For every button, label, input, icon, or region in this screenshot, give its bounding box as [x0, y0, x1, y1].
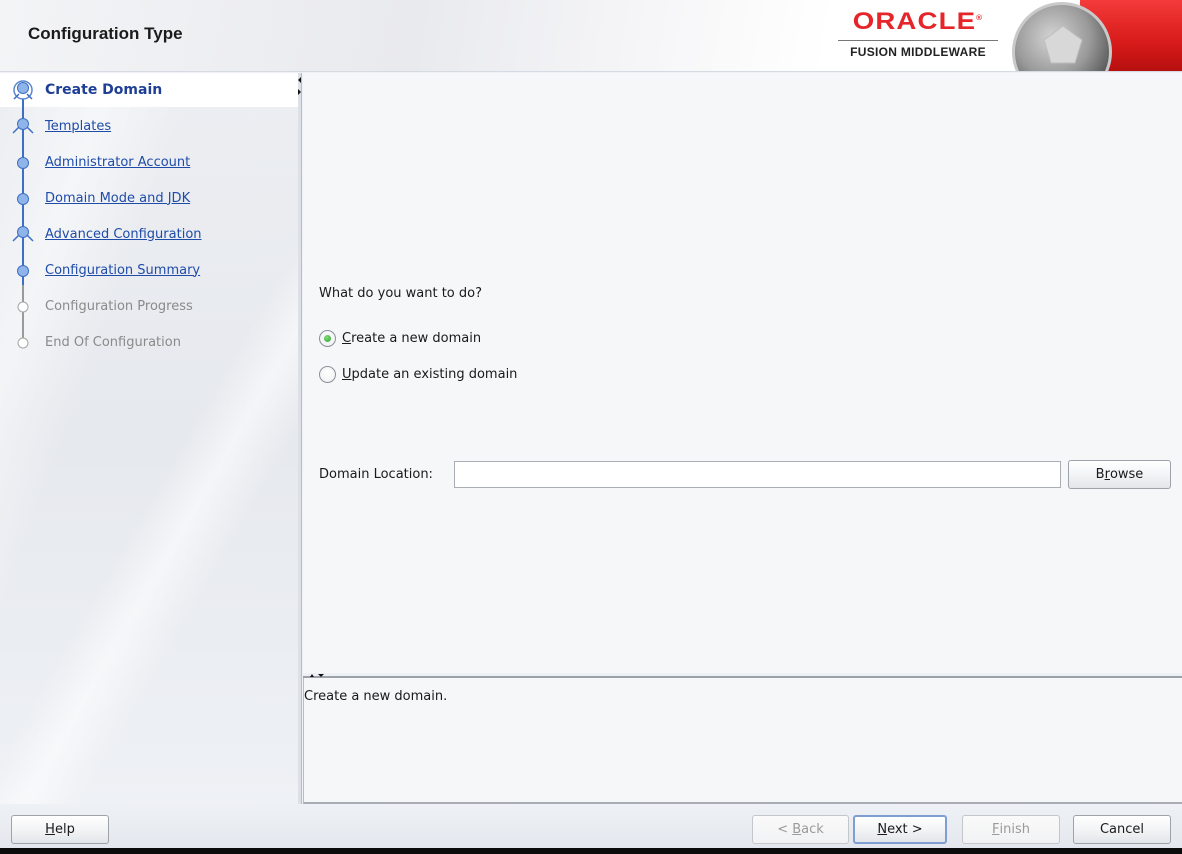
- wizard-steps-sidebar: Create Domain Templates Administrator Ac…: [0, 73, 298, 804]
- step-end-of-configuration: End Of Configuration: [0, 324, 298, 360]
- collapse-left-arrow-icon[interactable]: [298, 77, 301, 83]
- mnemonic: B: [792, 822, 802, 837]
- cancel-button[interactable]: Cancel: [1073, 815, 1171, 844]
- active-step-icon: [13, 80, 33, 100]
- step-label: Create Domain: [45, 82, 163, 98]
- oracle-logo: ORACLE® FUSION MIDDLEWARE: [838, 8, 998, 64]
- radio-button-checked[interactable]: [319, 330, 336, 347]
- page-title: Configuration Type: [28, 24, 183, 43]
- mnemonic: C: [342, 331, 352, 346]
- expand-up-arrow-icon[interactable]: [310, 674, 314, 677]
- step-dot-icon: [17, 193, 29, 205]
- radio-create-new-domain[interactable]: Create a new domain: [319, 330, 481, 347]
- branch-step-icon: [12, 226, 34, 242]
- step-label[interactable]: Templates: [45, 119, 111, 134]
- mnemonic: U: [342, 367, 352, 382]
- taskbar-strip: [0, 848, 1182, 854]
- finish-button[interactable]: Finish: [962, 815, 1060, 844]
- step-end-icon: [17, 337, 29, 349]
- step-dot-icon: [17, 157, 29, 169]
- browse-label-post: owse: [1109, 467, 1144, 482]
- wizard-footer: Help < Back Next > Finish Cancel: [0, 804, 1182, 848]
- step-advanced-configuration[interactable]: Advanced Configuration: [0, 216, 298, 252]
- radio-label-text: reate a new domain: [351, 331, 482, 346]
- back-label: ack: [801, 822, 824, 837]
- domain-location-label: Domain Location:: [319, 467, 433, 482]
- product-name: FUSION MIDDLEWARE: [850, 45, 986, 59]
- step-administrator-account[interactable]: Administrator Account: [0, 144, 298, 180]
- next-button[interactable]: Next >: [853, 815, 947, 844]
- pentagon-icon: [1043, 25, 1083, 64]
- radio-label: Update an existing domain: [342, 367, 517, 382]
- finish-label: inish: [999, 822, 1030, 837]
- step-label[interactable]: Administrator Account: [45, 155, 190, 170]
- browse-label-pre: B: [1095, 467, 1105, 482]
- step-label[interactable]: Configuration Summary: [45, 263, 200, 278]
- step-label[interactable]: Advanced Configuration: [45, 227, 202, 242]
- help-label: elp: [54, 822, 75, 837]
- step-create-domain[interactable]: Create Domain: [0, 72, 298, 108]
- step-label[interactable]: Domain Mode and JDK: [45, 191, 190, 206]
- step-dot-disabled-icon: [17, 301, 29, 313]
- expand-right-arrow-icon[interactable]: [298, 89, 301, 95]
- description-pane: Create a new domain.: [303, 678, 1182, 804]
- step-configuration-progress: Configuration Progress: [0, 288, 298, 324]
- sidebar-splitter[interactable]: [298, 73, 302, 804]
- step-domain-mode-jdk[interactable]: Domain Mode and JDK: [0, 180, 298, 216]
- description-text: Create a new domain.: [304, 689, 448, 704]
- step-dot-icon: [17, 265, 29, 277]
- radio-label-text: pdate an existing domain: [351, 367, 518, 382]
- registered-mark: ®: [976, 15, 984, 22]
- radio-update-existing-domain[interactable]: Update an existing domain: [319, 366, 517, 383]
- step-templates[interactable]: Templates: [0, 108, 298, 144]
- brand-divider: [838, 40, 998, 41]
- browse-button[interactable]: Br owse: [1068, 460, 1171, 489]
- help-button[interactable]: Help: [11, 815, 109, 844]
- domain-location-input[interactable]: [454, 461, 1061, 488]
- collapse-down-arrow-icon[interactable]: [318, 674, 324, 677]
- back-label-pre: <: [777, 822, 793, 837]
- radio-button-unchecked[interactable]: [319, 366, 336, 383]
- step-label: End Of Configuration: [45, 334, 181, 350]
- radio-label: Create a new domain: [342, 331, 481, 346]
- mnemonic: N: [877, 822, 888, 837]
- oracle-wordmark-text: ORACLE: [852, 8, 977, 35]
- mnemonic: H: [45, 822, 55, 837]
- wizard-header: Configuration Type ORACLE® FUSION MIDDLE…: [0, 0, 1182, 72]
- back-button[interactable]: < Back: [752, 815, 849, 844]
- branch-step-icon: [12, 118, 34, 134]
- mnemonic: F: [992, 822, 1000, 837]
- cancel-label: Cancel: [1099, 822, 1145, 837]
- step-configuration-summary[interactable]: Configuration Summary: [0, 252, 298, 288]
- next-label: ext >: [887, 822, 923, 837]
- question-label: What do you want to do?: [319, 286, 483, 301]
- oracle-wordmark: ORACLE®: [826, 8, 1010, 36]
- main-content-panel: What do you want to do? Create a new dom…: [303, 73, 1182, 673]
- step-label: Configuration Progress: [45, 298, 193, 314]
